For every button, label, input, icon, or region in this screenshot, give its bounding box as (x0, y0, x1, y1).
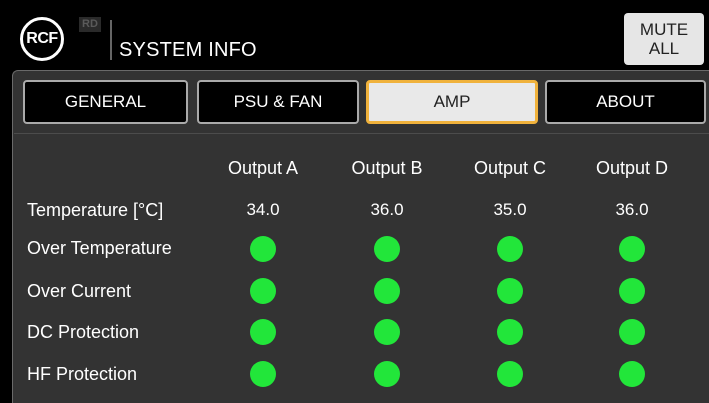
mute-label-line1: MUTE (639, 20, 689, 39)
header-bar: RCF RD SYSTEM INFO MUTE ALL (0, 0, 709, 68)
status-indicator (250, 361, 276, 387)
status-indicator (250, 236, 276, 262)
output-b-header: Output B (351, 158, 423, 178)
status-indicator (619, 319, 645, 345)
tab-psu-fan[interactable]: PSU & FAN (197, 80, 359, 124)
tab-general[interactable]: GENERAL (23, 80, 188, 124)
status-indicator (497, 319, 523, 345)
status-indicator (497, 236, 523, 262)
tab-amp[interactable]: AMP (366, 80, 538, 124)
dc-protection-label: DC Protection (27, 322, 140, 342)
rd-badge: RD (79, 17, 101, 32)
status-indicator (619, 361, 645, 387)
output-c-header: Output C (473, 158, 547, 178)
status-indicator (250, 319, 276, 345)
tab-divider (14, 133, 709, 134)
status-indicator (374, 361, 400, 387)
hf-protection-label: HF Protection (27, 364, 138, 384)
status-indicator (497, 278, 523, 304)
mute-label-line2: ALL (648, 39, 680, 58)
status-indicator (374, 236, 400, 262)
output-d-header: Output D (595, 158, 669, 178)
temperature-value-a: 34.0 (246, 200, 280, 219)
status-indicator (619, 236, 645, 262)
temperature-value-b: 36.0 (370, 200, 404, 219)
status-indicator (374, 278, 400, 304)
output-a-header: Output A (227, 158, 299, 178)
mute-all-button[interactable]: MUTE ALL (624, 13, 704, 65)
status-indicator (619, 278, 645, 304)
status-indicator (497, 361, 523, 387)
status-indicator (374, 319, 400, 345)
header-separator (110, 20, 112, 60)
over-temperature-label: Over Temperature (27, 238, 172, 258)
tab-about[interactable]: ABOUT (545, 80, 706, 124)
status-indicator (250, 278, 276, 304)
temperature-value-c: 35.0 (493, 200, 527, 219)
page-title: SYSTEM INFO (119, 39, 257, 61)
rcf-logo: RCF (20, 17, 64, 61)
temperature-label: Temperature [°C] (27, 200, 164, 220)
screen: RCF RD SYSTEM INFO MUTE ALL GENERAL PSU … (0, 0, 709, 403)
temperature-value-d: 36.0 (615, 200, 649, 219)
over-current-label: Over Current (27, 281, 132, 301)
